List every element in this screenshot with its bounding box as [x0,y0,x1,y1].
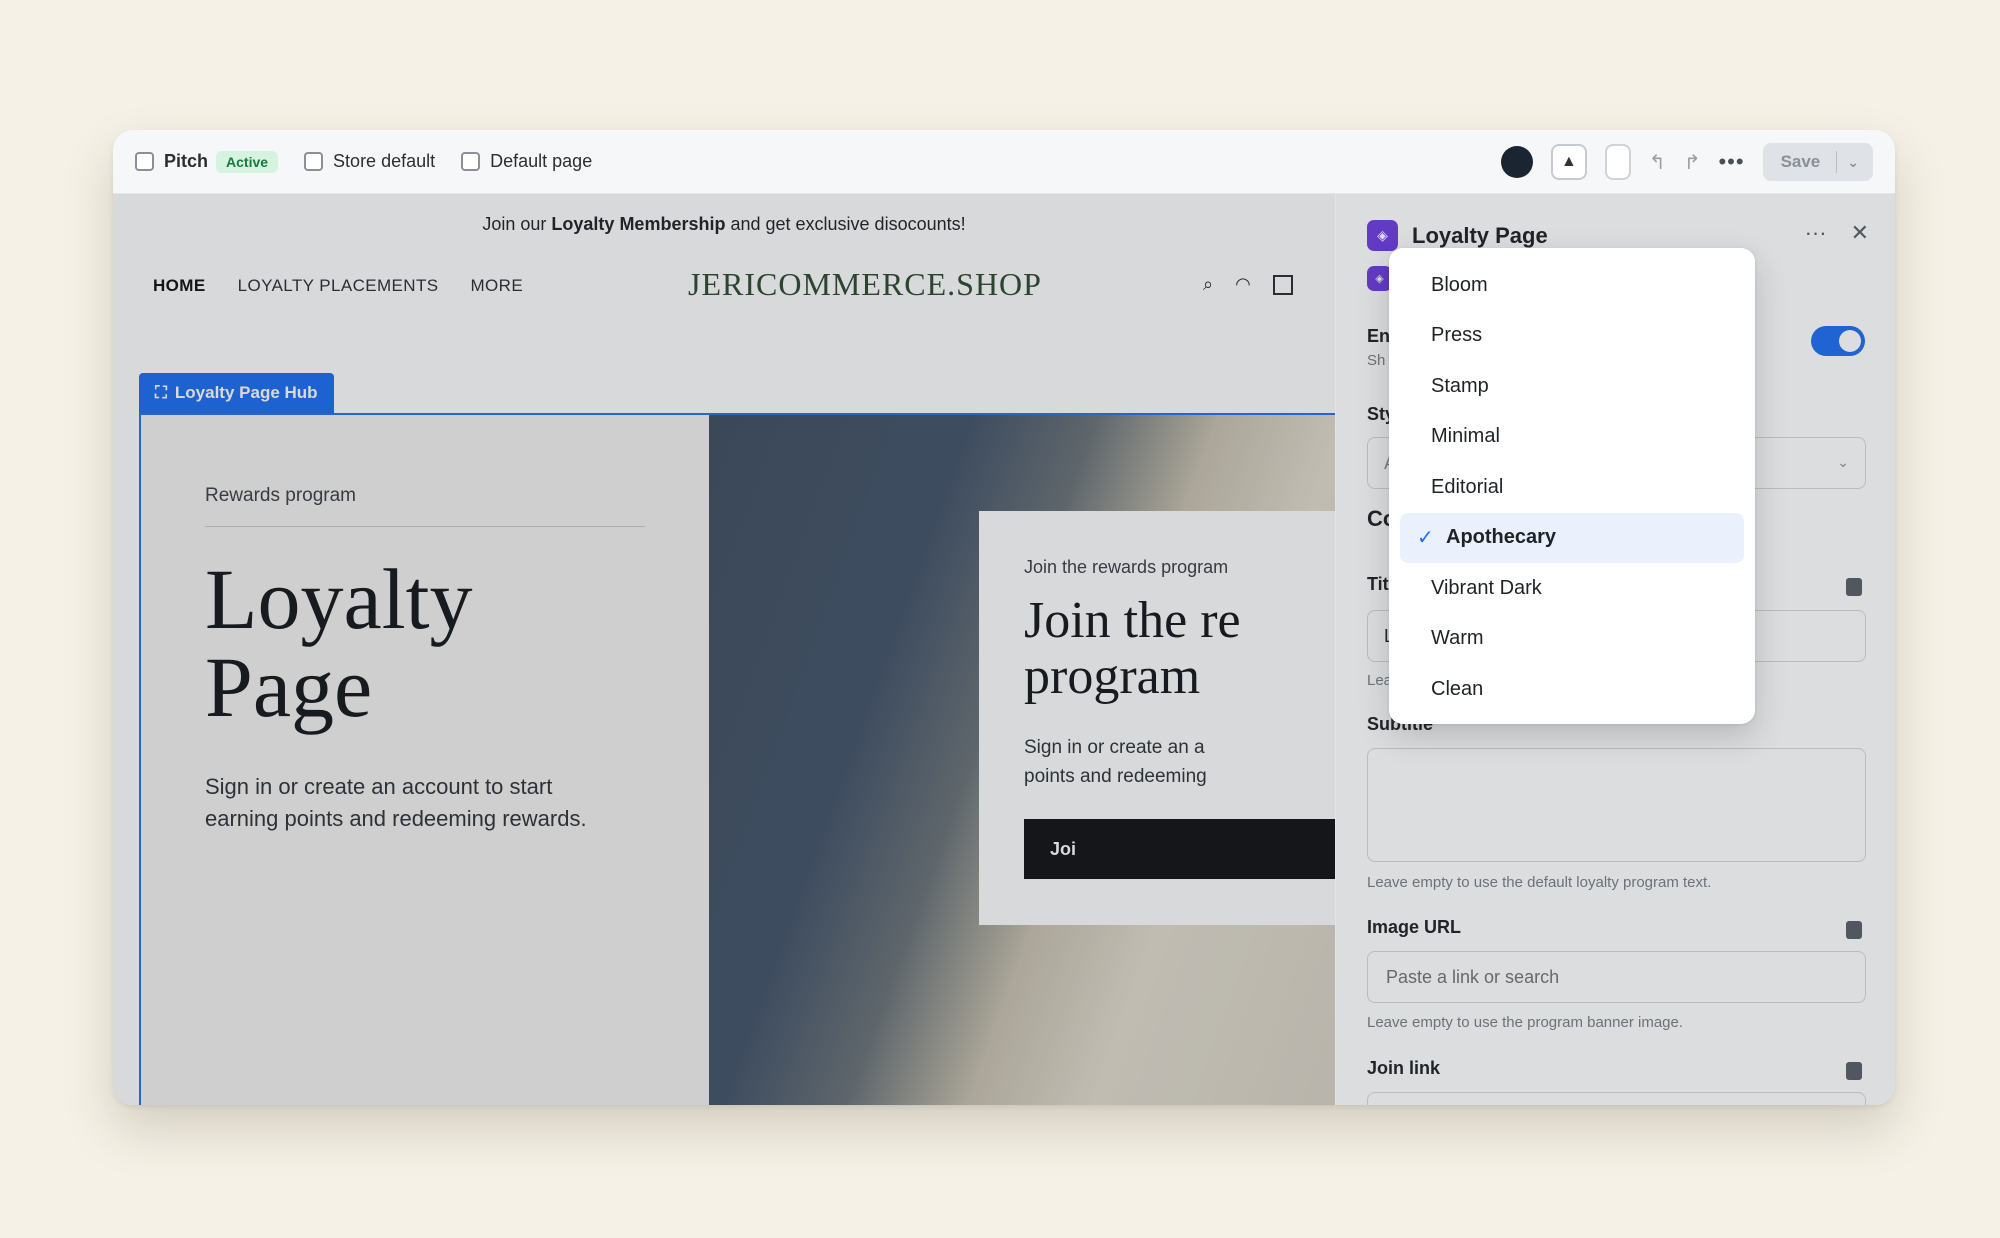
join-link-label: Join link [1367,1058,1441,1078]
style-option-label: Bloom [1431,273,1488,296]
subtitle-help: Leave empty to use the default loyalty p… [1367,874,1712,891]
image-url-input[interactable] [1367,951,1866,1003]
save-button[interactable]: Save [1763,152,1837,172]
cart-icon[interactable] [1272,274,1293,295]
style-option-label: Apothecary [1446,526,1557,549]
account-icon[interactable]: ◠ [1235,274,1251,295]
announcement-bar: Join our Loyalty Membership and get excl… [113,194,1335,254]
style-option-label: Editorial [1431,475,1504,498]
nav-icons: ⌕ ◠ [1203,274,1293,295]
style-option[interactable]: Warm [1400,614,1744,665]
panel-title: Loyalty Page [1412,222,1548,248]
join-link-input[interactable] [1367,1092,1866,1105]
image-url-label: Image URL [1367,917,1462,937]
enable-label: En [1367,326,1391,346]
style-option-label: Minimal [1431,425,1500,448]
store-default-checkbox[interactable] [304,152,324,171]
style-option-label: Stamp [1431,374,1489,397]
style-option[interactable]: Bloom [1400,260,1744,311]
database-icon[interactable] [1846,578,1862,596]
title-field-label: Tit [1367,574,1389,594]
style-option[interactable]: Vibrant Dark [1400,563,1744,614]
save-button-group: Save ⌄ [1762,143,1873,181]
checkmark-icon: ✓ [1417,527,1434,550]
style-dropdown-menu: Bloom Press Stamp Minimal Editorial ✓ Apo… [1389,248,1755,724]
store-logo[interactable]: JERICOMMERCE.SHOP [688,266,1042,303]
pitch-item[interactable]: Pitch Active [135,150,279,173]
store-default-label: Store default [333,151,436,171]
style-option-label: Vibrant Dark [1431,576,1542,599]
select-frame-icon: ⛶ [155,383,167,402]
style-option-label: Clean [1431,677,1484,700]
nav-links: HOME LOYALTY PLACEMENTS MORE [153,276,523,296]
default-page-item[interactable]: Default page [461,151,592,172]
redo-icon[interactable]: ↱ [1684,150,1701,175]
status-badge: Active [216,150,279,173]
top-toolbar: Pitch Active Store default Default page … [113,130,1895,194]
section-tag[interactable]: ⛶ Loyalty Page Hub [139,373,334,413]
pitch-label: Pitch [164,151,209,171]
selection-outline [139,413,1335,1105]
style-option-label: Press [1431,324,1483,347]
enable-toggle[interactable] [1811,326,1865,356]
style-option[interactable]: Press [1400,311,1744,362]
more-options-icon[interactable]: ••• [1718,149,1744,175]
style-option-label: Warm [1431,627,1484,650]
default-page-checkbox[interactable] [461,152,481,171]
style-option[interactable]: Stamp [1400,361,1744,412]
enable-help: Sh [1367,352,1386,369]
nav-loyalty-placements[interactable]: LOYALTY PLACEMENTS [238,276,439,296]
section-tag-label: Loyalty Page Hub [174,383,318,402]
device-preview-button[interactable] [1604,144,1631,180]
pitch-checkbox[interactable] [135,152,154,171]
nav-home[interactable]: HOME [153,276,206,296]
triangle-icon: ▲ [1561,153,1577,170]
announcement-suffix: and get exclusive disocounts! [725,213,966,234]
image-url-help: Leave empty to use the program banner im… [1367,1014,1684,1031]
nav-more[interactable]: MORE [470,276,523,296]
chevron-down-icon: ⌄ [1837,454,1849,470]
store-preview: Join our Loyalty Membership and get excl… [113,194,1335,1105]
more-options-icon[interactable]: ··· [1805,220,1827,246]
style-option[interactable]: Clean [1400,664,1744,715]
panel-header: ◈ Loyalty Page [1367,220,1548,251]
panel-header-actions: ··· ✕ [1805,220,1869,246]
store-nav: HOME LOYALTY PLACEMENTS MORE JERICOMMERC… [113,254,1335,318]
store-default-item[interactable]: Store default [304,151,435,172]
announcement-prefix: Join our [482,213,552,234]
database-icon[interactable] [1846,921,1862,939]
default-page-label: Default page [490,151,593,171]
announcement-bold: Loyalty Membership [551,213,726,234]
subtitle-textarea[interactable] [1367,748,1866,862]
style-option[interactable]: Editorial [1400,462,1744,513]
theme-color-swatch[interactable] [1500,146,1533,178]
toolbar-actions: ▲ ↰ ↱ ••• Save ⌄ [1500,130,1873,194]
undo-icon[interactable]: ↰ [1649,150,1666,175]
style-option[interactable]: Minimal [1400,412,1744,463]
style-option-selected[interactable]: ✓ Apothecary [1400,512,1744,563]
chevron-down-icon[interactable]: ⌄ [1837,154,1873,171]
database-icon[interactable] [1846,1062,1862,1080]
close-icon[interactable]: ✕ [1851,220,1869,246]
app-logo-icon: ◈ [1367,220,1398,251]
search-icon[interactable]: ⌕ [1203,274,1213,295]
triangle-icon-button[interactable]: ▲ [1550,144,1587,180]
